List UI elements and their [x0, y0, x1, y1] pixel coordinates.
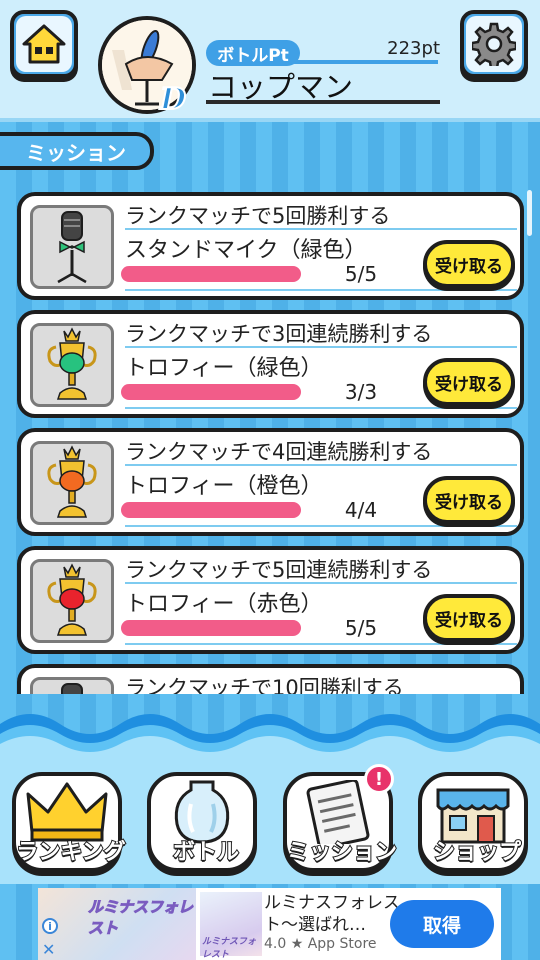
- ad-get-button[interactable]: 取得: [390, 900, 494, 948]
- progress-count: 4/4: [344, 498, 378, 522]
- mission-title: ランクマッチで4回連続勝利する: [125, 440, 433, 464]
- nav-ranking-button[interactable]: ランキング: [12, 772, 127, 872]
- nav-shop-label: ショップ: [432, 839, 522, 866]
- scrollbar[interactable]: [527, 190, 532, 236]
- nav-shop-button[interactable]: ショップ: [418, 772, 528, 872]
- mission-card: ランクマッチで5回勝利する スタンドマイク（緑色） 5/5 受け取る: [17, 192, 524, 300]
- reward-thumbnail: [30, 559, 114, 643]
- ad-logo-text: ルミナスフォレスト: [88, 898, 194, 938]
- nav-bottle-label: ボトル: [172, 839, 240, 866]
- points-value: 223pt: [387, 38, 440, 59]
- home-button[interactable]: [10, 10, 78, 78]
- mission-section-tab: ミッション: [0, 132, 154, 170]
- mission-card: ランクマッチで10回勝利する: [17, 664, 524, 694]
- reward-thumbnail: [30, 441, 114, 525]
- progress-bar: [121, 266, 301, 282]
- mission-card: ランクマッチで4回連続勝利する トロフィー（橙色） 4/4 受け取る: [17, 428, 524, 536]
- progress-bar: [121, 384, 301, 400]
- settings-button[interactable]: [460, 10, 528, 78]
- rank-badge: D: [159, 81, 187, 118]
- mission-title: ランクマッチで3回連続勝利する: [125, 322, 433, 346]
- ad-app-icon[interactable]: ルミナスフォレスト: [200, 892, 262, 960]
- notification-badge: !: [364, 764, 394, 794]
- ad-image-main[interactable]: ルミナスフォレスト i ✕: [38, 888, 196, 960]
- mission-list[interactable]: ランクマッチで5回勝利する スタンドマイク（緑色） 5/5 受け取る ランクマッ…: [0, 186, 540, 694]
- ad-rating: 4.0 ★ App Store: [264, 936, 377, 952]
- gear-icon: [472, 22, 516, 66]
- stand-microphone-icon: [57, 211, 87, 284]
- progress-count: 3/3: [344, 380, 378, 404]
- stand-microphone-icon: [61, 683, 83, 694]
- mission-card: ランクマッチで3回連続勝利する トロフィー（緑色） 3/3 受け取る: [17, 310, 524, 418]
- ad-close-icon[interactable]: ✕: [42, 940, 55, 959]
- trophy-icon: [47, 445, 97, 518]
- header: D ボトルPt 223pt コップマン: [0, 0, 540, 122]
- progress-bar: [121, 502, 301, 518]
- claim-button[interactable]: 受け取る: [423, 594, 515, 642]
- ad-info-icon[interactable]: i: [42, 918, 58, 934]
- nav-mission-label: ミッション: [286, 839, 398, 866]
- claim-button[interactable]: 受け取る: [423, 240, 515, 288]
- mission-reward: スタンドマイク（緑色）: [125, 238, 367, 263]
- mission-reward: トロフィー（赤色）: [125, 592, 323, 617]
- home-icon: [22, 24, 66, 64]
- trophy-icon: [47, 327, 97, 400]
- ad-banner[interactable]: ルミナスフォレスト i ✕ ルミナスフォレスト ルミナスフォレスト〜選ばれ… 4…: [38, 888, 501, 960]
- progress-bar: [121, 620, 301, 636]
- mission-reward: トロフィー（緑色）: [125, 356, 323, 381]
- mission-title: ランクマッチで10回勝利する: [125, 676, 404, 694]
- progress-count: 5/5: [344, 262, 378, 286]
- mission-title: ランクマッチで5回連続勝利する: [125, 558, 433, 582]
- reward-thumbnail: [30, 677, 114, 694]
- trophy-icon: [47, 563, 97, 636]
- claim-button[interactable]: 受け取る: [423, 476, 515, 524]
- nav-bottle-button[interactable]: ボトル: [147, 772, 257, 872]
- name-underline: [206, 100, 440, 104]
- reward-thumbnail: [30, 205, 114, 289]
- points-label: ボトルPt: [206, 40, 300, 66]
- mission-card: ランクマッチで5回連続勝利する トロフィー（赤色） 5/5 受け取る: [17, 546, 524, 654]
- ad-app-icon-logo: ルミナスフォレスト: [202, 937, 257, 960]
- reward-thumbnail: [30, 323, 114, 407]
- claim-button[interactable]: 受け取る: [423, 358, 515, 406]
- mission-title: ランクマッチで5回勝利する: [125, 204, 391, 228]
- mission-reward: トロフィー（橙色）: [125, 474, 323, 499]
- nav-ranking-label: ランキング: [15, 839, 126, 866]
- progress-count: 5/5: [344, 616, 378, 640]
